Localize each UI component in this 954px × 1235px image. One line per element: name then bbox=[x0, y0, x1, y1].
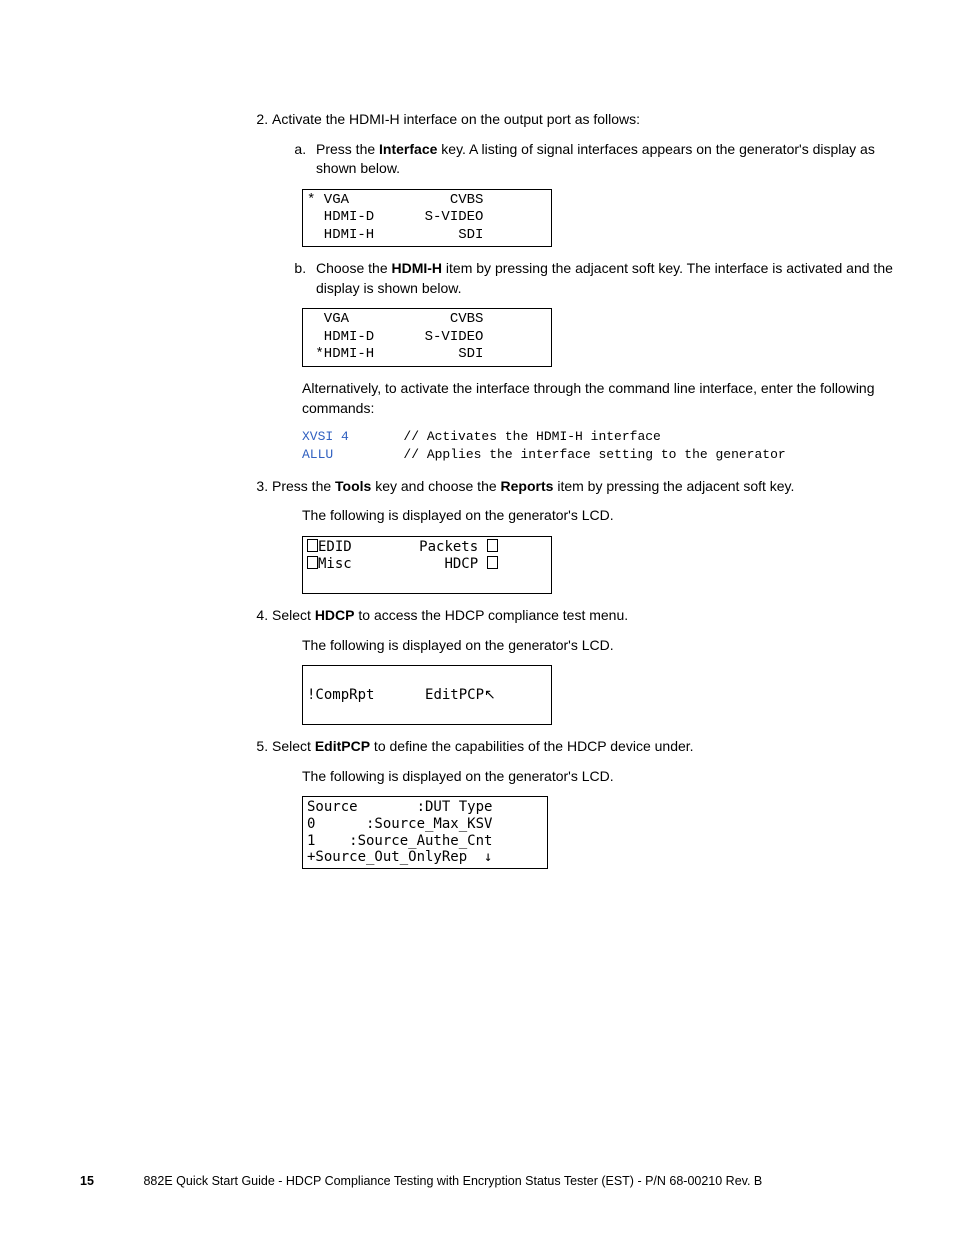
page-number: 15 bbox=[80, 1173, 140, 1191]
step-2b-pre: Choose the bbox=[316, 260, 392, 276]
lcd-display-2: VGA CVBS HDMI-D S-VIDEO *HDMI-H SDI bbox=[302, 308, 552, 367]
step-3: Press the Tools key and choose the Repor… bbox=[272, 477, 900, 595]
lcd-display-4: !CompRpt EditPCP↖ bbox=[302, 665, 552, 725]
display4-right: EditPCP bbox=[425, 687, 484, 703]
step-2b-bold: HDMI-H bbox=[392, 260, 443, 276]
step-2: Activate the HDMI-H interface on the out… bbox=[272, 110, 900, 465]
step-2a-bold: Interface bbox=[379, 141, 437, 157]
step-3-bold2: Reports bbox=[501, 478, 554, 494]
step-2b: Choose the HDMI-H item by pressing the a… bbox=[310, 259, 900, 298]
step-2-sublist-b: Choose the HDMI-H item by pressing the a… bbox=[272, 259, 900, 298]
step-3-mid1: key and choose the bbox=[371, 478, 500, 494]
box-icon bbox=[487, 539, 498, 552]
step-4: Select HDCP to access the HDCP complianc… bbox=[272, 606, 900, 725]
lcd-display-3: EDID Packets Misc HDCP bbox=[302, 536, 552, 595]
lcd-display-1: * VGA CVBS HDMI-D S-VIDEO HDMI-H SDI bbox=[302, 189, 552, 248]
step-3-pre1: Press the bbox=[272, 478, 335, 494]
cmd-allu: ALLU bbox=[302, 447, 333, 462]
step-3-bold1: Tools bbox=[335, 478, 371, 494]
step-2-text: Activate the HDMI-H interface on the out… bbox=[272, 111, 640, 127]
lcd-display-5: Source :DUT Type 0 :Source_Max_KSV 1 :So… bbox=[302, 796, 548, 869]
step-3-post1: item by pressing the adjacent soft key. bbox=[553, 478, 794, 494]
display3-l2-left: Misc bbox=[318, 556, 352, 572]
step-5-post: to define the capabilities of the HDCP d… bbox=[370, 738, 694, 754]
step-5: Select EditPCP to define the capabilitie… bbox=[272, 737, 900, 869]
display3-l2-right: HDCP bbox=[444, 556, 478, 572]
display3-l1-left: EDID bbox=[318, 539, 352, 555]
page-footer: 15 882E Quick Start Guide - HDCP Complia… bbox=[80, 1173, 874, 1191]
step-5-following: The following is displayed on the genera… bbox=[302, 767, 900, 787]
cmd-xvsi-comment: // Activates the HDMI-H interface bbox=[349, 429, 661, 444]
cmd-allu-comment: // Applies the interface setting to the … bbox=[333, 447, 785, 462]
page: Activate the HDMI-H interface on the out… bbox=[0, 0, 954, 1235]
step-2a-pre: Press the bbox=[316, 141, 379, 157]
step-5-bold: EditPCP bbox=[315, 738, 370, 754]
step-2-alt-text: Alternatively, to activate the interface… bbox=[302, 379, 900, 418]
main-ordered-list: Activate the HDMI-H interface on the out… bbox=[250, 110, 900, 869]
command-block: XVSI 4 // Activates the HDMI-H interface… bbox=[302, 428, 900, 464]
step-4-pre: Select bbox=[272, 607, 315, 623]
content-area: Activate the HDMI-H interface on the out… bbox=[250, 110, 900, 869]
box-icon bbox=[307, 539, 318, 552]
step-5-pre: Select bbox=[272, 738, 315, 754]
step-2a: Press the Interface key. A listing of si… bbox=[310, 140, 900, 179]
box-icon bbox=[307, 556, 318, 569]
arrow-icon: ↖ bbox=[484, 686, 496, 702]
step-2-sublist: Press the Interface key. A listing of si… bbox=[272, 140, 900, 179]
cmd-xvsi: XVSI 4 bbox=[302, 429, 349, 444]
display3-l1-right: Packets bbox=[419, 539, 478, 555]
step-3-following: The following is displayed on the genera… bbox=[302, 506, 900, 526]
step-4-post: to access the HDCP compliance test menu. bbox=[354, 607, 628, 623]
display4-left: !CompRpt bbox=[307, 687, 374, 703]
step-4-following: The following is displayed on the genera… bbox=[302, 636, 900, 656]
footer-title: 882E Quick Start Guide - HDCP Compliance… bbox=[143, 1174, 762, 1188]
box-icon bbox=[487, 556, 498, 569]
step-4-bold: HDCP bbox=[315, 607, 355, 623]
